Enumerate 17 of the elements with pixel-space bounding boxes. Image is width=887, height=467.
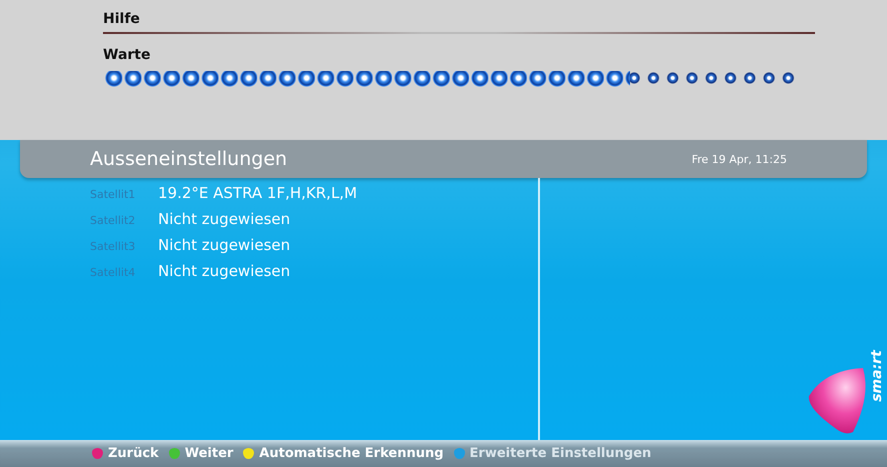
satellite-label: Satellit2 [90,214,136,227]
satellite-value[interactable]: Nicht zugewiesen [158,262,290,280]
satellite-value[interactable]: Nicht zugewiesen [158,210,290,228]
status-text: Warte [103,47,150,63]
satellite-label: Satellit4 [90,266,136,279]
key-hint-label: Automatische Erkennung [259,446,444,461]
key-hint-label: Erweiterte Einstellungen [470,446,652,461]
key-hint-label: Weiter [184,446,234,461]
help-title: Hilfe [103,11,140,27]
brand-logo: sma:rt [869,350,885,402]
satellite-label: Satellit1 [90,188,136,201]
satellite-value[interactable]: 19.2°E ASTRA 1F,H,KR,L,M [158,184,358,202]
key-hint-label: Zurück [108,446,159,461]
satellite-value[interactable]: Nicht zugewiesen [158,236,290,254]
screen-title: Ausseneinstellungen [90,148,288,170]
satellite-label: Satellit3 [90,240,136,253]
date-time: Fre 19 Apr, 11:25 [692,152,787,166]
